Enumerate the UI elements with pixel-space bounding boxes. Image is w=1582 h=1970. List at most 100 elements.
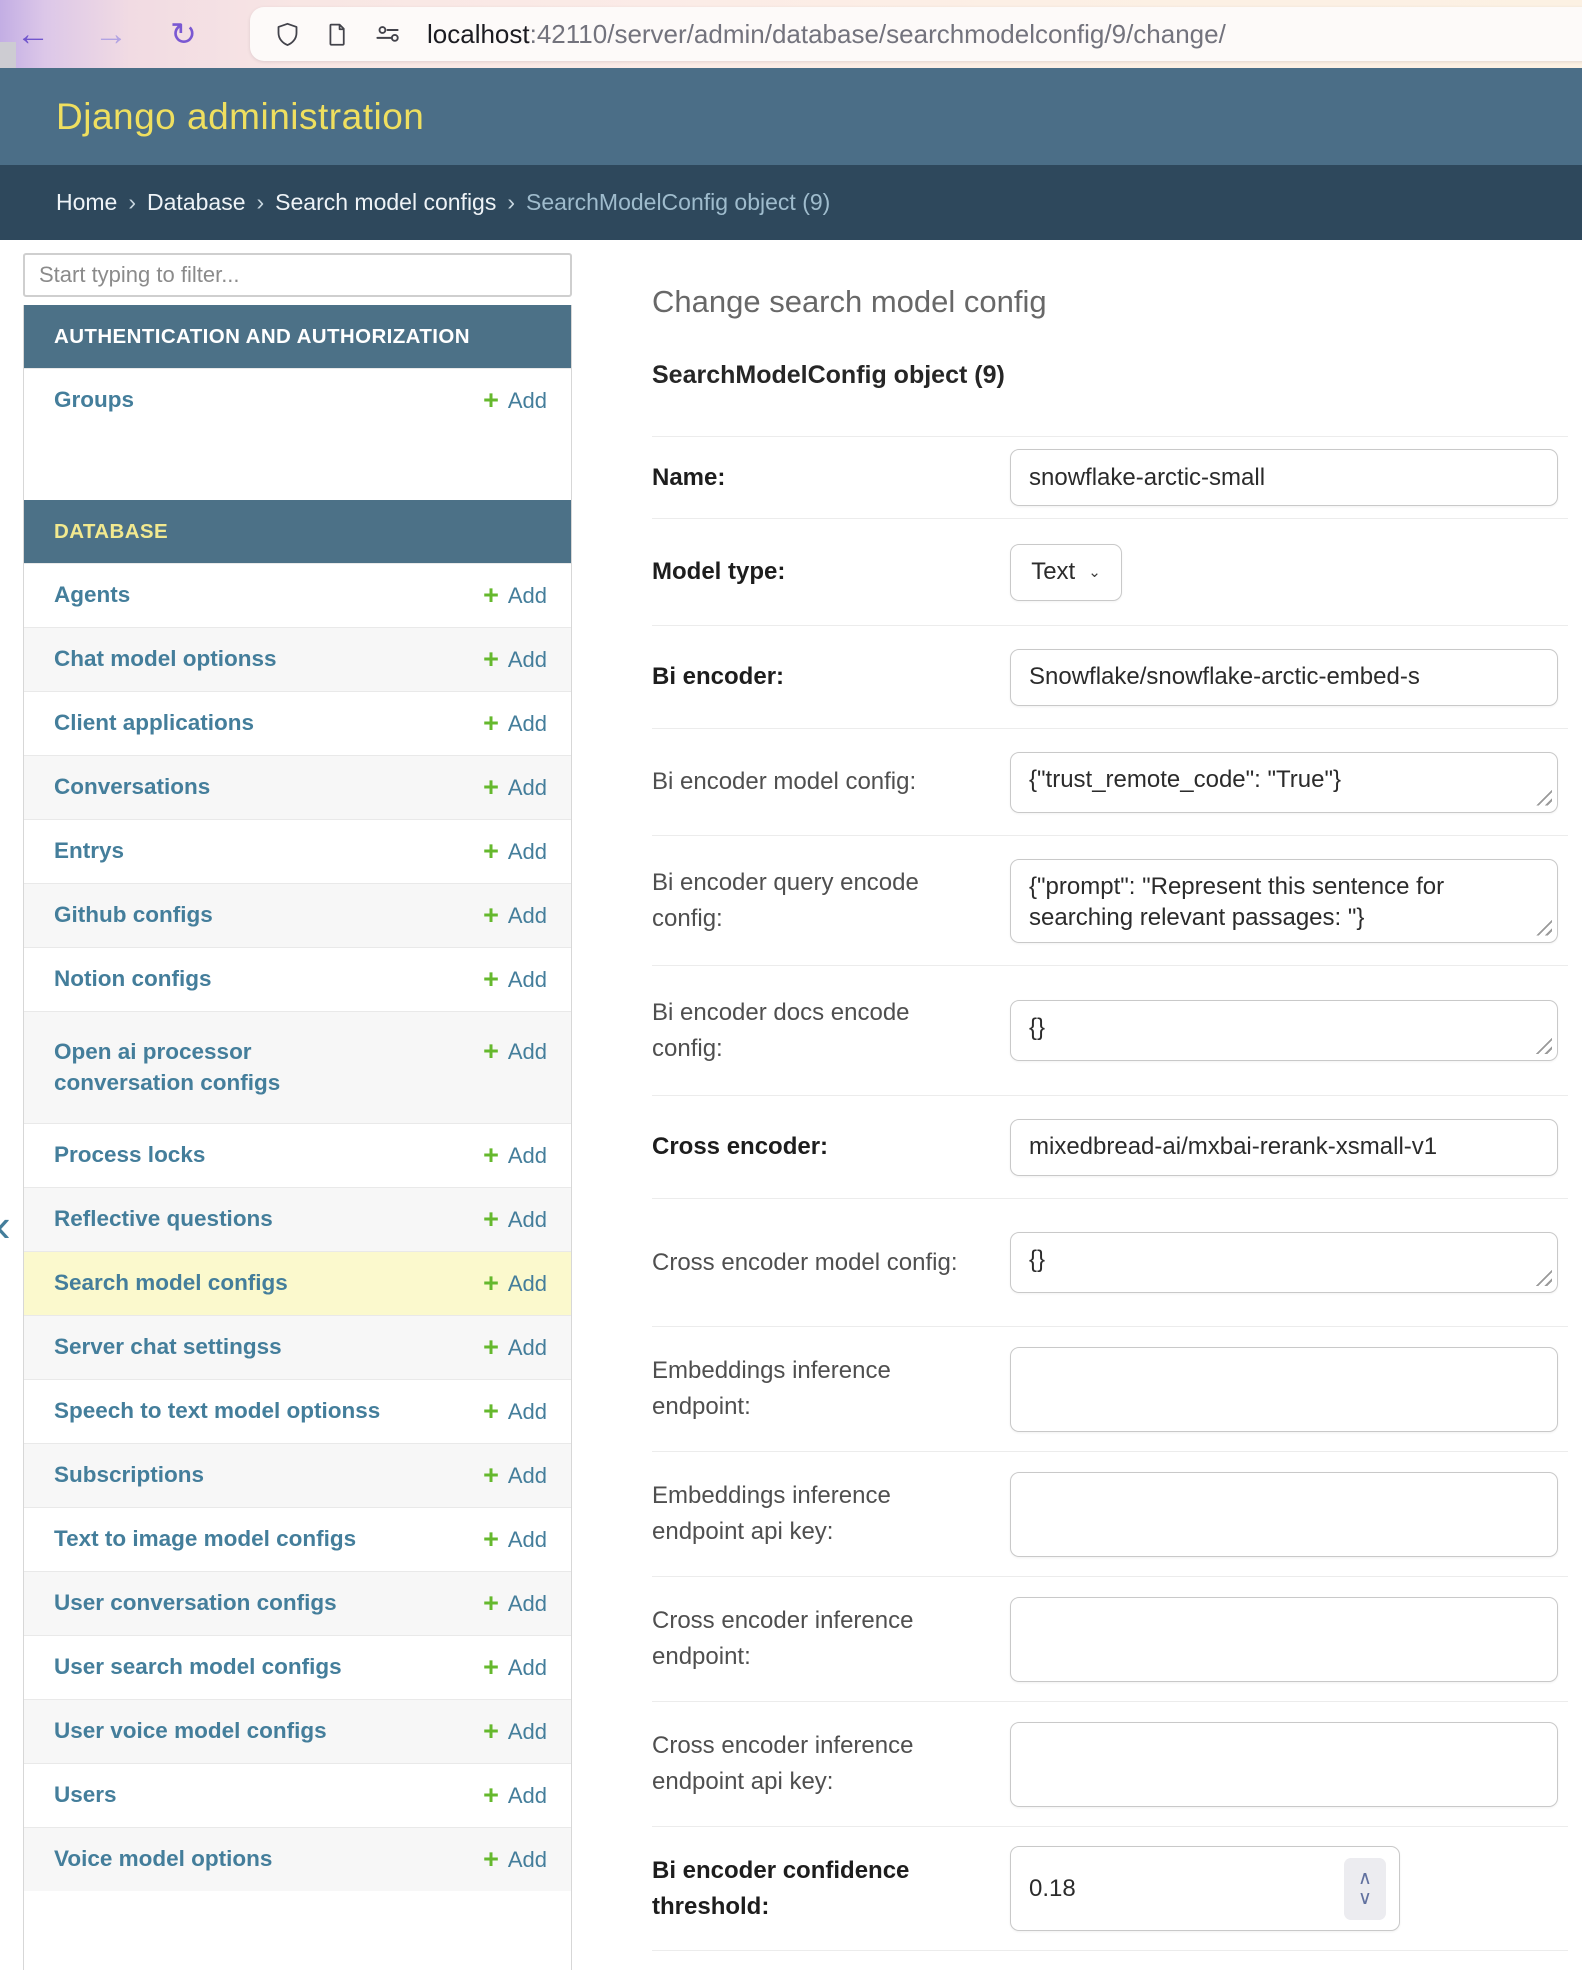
page-title: Change search model config (652, 284, 1568, 320)
add-github-configs-link[interactable]: +Add (483, 902, 547, 929)
bi-encoder-confidence-threshold-input[interactable] (1010, 1846, 1400, 1931)
site-title[interactable]: Django administration (56, 96, 424, 138)
client-applications-link[interactable]: Client applications (54, 708, 254, 738)
add-user-conversation-configs-link[interactable]: +Add (483, 1590, 547, 1617)
entrys-link[interactable]: Entrys (54, 836, 124, 866)
form-row-cross-encoder-inference-endpoint: Cross encoder inference endpoint: (652, 1577, 1568, 1702)
process-locks-link[interactable]: Process locks (54, 1140, 205, 1170)
breadcrumb-separator: › (507, 189, 515, 216)
reflective-questions-link[interactable]: Reflective questions (54, 1204, 273, 1234)
url-text[interactable]: localhost:42110/server/admin/database/se… (427, 19, 1226, 50)
sidebar-item-user-search-model-configs: User search model configs +Add (24, 1635, 571, 1699)
plus-icon: + (483, 1270, 499, 1297)
sidebar-item-agents: Agents +Add (24, 563, 571, 627)
add-user-search-model-configs-link[interactable]: +Add (483, 1654, 547, 1681)
add-groups-link[interactable]: +Add (483, 387, 547, 414)
add-text-to-image-link[interactable]: +Add (483, 1526, 547, 1553)
browser-back-button[interactable]: ← (16, 17, 50, 51)
user-voice-model-configs-link[interactable]: User voice model configs (54, 1716, 327, 1746)
sidebar-item-user-conversation-configs: User conversation configs +Add (24, 1571, 571, 1635)
conversations-link[interactable]: Conversations (54, 772, 210, 802)
breadcrumb-separator: › (257, 189, 265, 216)
sidebar-item-entrys: Entrys +Add (24, 819, 571, 883)
user-search-model-configs-link[interactable]: User search model configs (54, 1652, 342, 1682)
module-gap (24, 432, 571, 500)
sidebar-collapse-toggle[interactable]: « (0, 1198, 11, 1252)
plus-icon: + (483, 1590, 499, 1617)
breadcrumb-database[interactable]: Database (147, 189, 245, 216)
main-content: Change search model config SearchModelCo… (572, 240, 1582, 1951)
number-stepper[interactable]: ∧ ∨ (1344, 1858, 1386, 1920)
bi-encoder-docs-encode-config-textarea[interactable]: {} (1010, 1000, 1558, 1061)
add-server-chat-settingss-link[interactable]: +Add (483, 1334, 547, 1361)
model-type-select[interactable]: Text ⌄ (1010, 544, 1122, 601)
stepper-down-icon[interactable]: ∨ (1358, 1889, 1372, 1909)
notion-configs-link[interactable]: Notion configs (54, 964, 211, 994)
form-row-name: Name: (652, 437, 1568, 519)
bi-encoder-query-encode-config-label: Bi encoder query encode config: (652, 865, 1010, 937)
add-search-model-configs-link[interactable]: +Add (483, 1270, 547, 1297)
add-subscriptions-link[interactable]: +Add (483, 1462, 547, 1489)
github-configs-link[interactable]: Github configs (54, 900, 213, 930)
users-link[interactable]: Users (54, 1780, 117, 1810)
sidebar-item-groups: Groups +Add (24, 368, 571, 432)
add-notion-configs-link[interactable]: +Add (483, 966, 547, 993)
add-chat-model-optionss-link[interactable]: +Add (483, 646, 547, 673)
browser-forward-button[interactable]: → (94, 17, 128, 51)
shield-icon[interactable] (274, 21, 301, 48)
add-entrys-link[interactable]: +Add (483, 838, 547, 865)
cross-encoder-inference-endpoint-api-key-input[interactable] (1010, 1722, 1558, 1807)
cross-encoder-inference-endpoint-input[interactable] (1010, 1597, 1558, 1682)
agents-link[interactable]: Agents (54, 580, 130, 610)
bi-encoder-input[interactable] (1010, 649, 1558, 706)
browser-toolbar: ← → ↻ localhost:42110/server/admin/datab… (0, 0, 1582, 68)
sidebar-item-github-configs: Github configs +Add (24, 883, 571, 947)
plus-icon: + (483, 1038, 499, 1065)
name-input[interactable] (1010, 449, 1558, 506)
sidebar-item-client-applications: Client applications +Add (24, 691, 571, 755)
bi-encoder-query-encode-config-textarea[interactable]: {"prompt": "Represent this sentence for … (1010, 859, 1558, 943)
cross-encoder-input[interactable] (1010, 1119, 1558, 1176)
embeddings-inference-endpoint-api-key-input[interactable] (1010, 1472, 1558, 1557)
plus-icon: + (483, 838, 499, 865)
add-speech-to-text-link[interactable]: +Add (483, 1398, 547, 1425)
add-agents-link[interactable]: +Add (483, 582, 547, 609)
open-ai-processor-conversation-configs-link[interactable]: Open ai processor conversation configs (54, 1037, 394, 1098)
chat-model-optionss-link[interactable]: Chat model optionss (54, 644, 277, 674)
breadcrumb: Home › Database › Search model configs ›… (0, 165, 1582, 240)
subscriptions-link[interactable]: Subscriptions (54, 1460, 204, 1490)
add-conversations-link[interactable]: +Add (483, 774, 547, 801)
cross-encoder-model-config-textarea[interactable]: {} (1010, 1232, 1558, 1293)
address-bar[interactable]: localhost:42110/server/admin/database/se… (250, 7, 1582, 61)
add-voice-model-options-link[interactable]: +Add (483, 1846, 547, 1873)
sidebar-item-search-model-configs: Search model configs +Add (24, 1251, 571, 1315)
add-reflective-questions-link[interactable]: +Add (483, 1206, 547, 1233)
add-user-voice-model-configs-link[interactable]: +Add (483, 1718, 547, 1745)
form-row-cross-encoder-model-config: Cross encoder model config: {} (652, 1199, 1568, 1327)
add-process-locks-link[interactable]: +Add (483, 1142, 547, 1169)
window-corner (0, 42, 16, 68)
groups-link[interactable]: Groups (54, 385, 134, 415)
breadcrumb-home[interactable]: Home (56, 189, 117, 216)
sidebar-item-speech-to-text-model-optionss: Speech to text model optionss +Add (24, 1379, 571, 1443)
model-type-label: Model type: (652, 554, 1010, 590)
add-open-ai-processor-link[interactable]: +Add (483, 1038, 547, 1065)
voice-model-options-link[interactable]: Voice model options (54, 1844, 272, 1874)
browser-reload-button[interactable]: ↻ (170, 18, 197, 50)
add-client-applications-link[interactable]: +Add (483, 710, 547, 737)
text-to-image-model-configs-link[interactable]: Text to image model configs (54, 1524, 356, 1554)
form-row-model-type: Model type: Text ⌄ (652, 519, 1568, 626)
breadcrumb-search-model-configs[interactable]: Search model configs (275, 189, 496, 216)
speech-to-text-model-optionss-link[interactable]: Speech to text model optionss (54, 1396, 380, 1426)
add-users-link[interactable]: +Add (483, 1782, 547, 1809)
page-icon[interactable] (325, 22, 350, 47)
plus-icon: + (483, 1206, 499, 1233)
bi-encoder-model-config-textarea[interactable]: {"trust_remote_code": "True"} (1010, 752, 1558, 813)
search-model-configs-link[interactable]: Search model configs (54, 1268, 288, 1298)
embeddings-inference-endpoint-input[interactable] (1010, 1347, 1558, 1432)
stepper-up-icon[interactable]: ∧ (1358, 1869, 1372, 1889)
server-chat-settingss-link[interactable]: Server chat settingss (54, 1332, 282, 1362)
user-conversation-configs-link[interactable]: User conversation configs (54, 1588, 337, 1618)
site-permissions-icon[interactable] (374, 21, 401, 48)
sidebar-filter-input[interactable] (23, 253, 572, 297)
